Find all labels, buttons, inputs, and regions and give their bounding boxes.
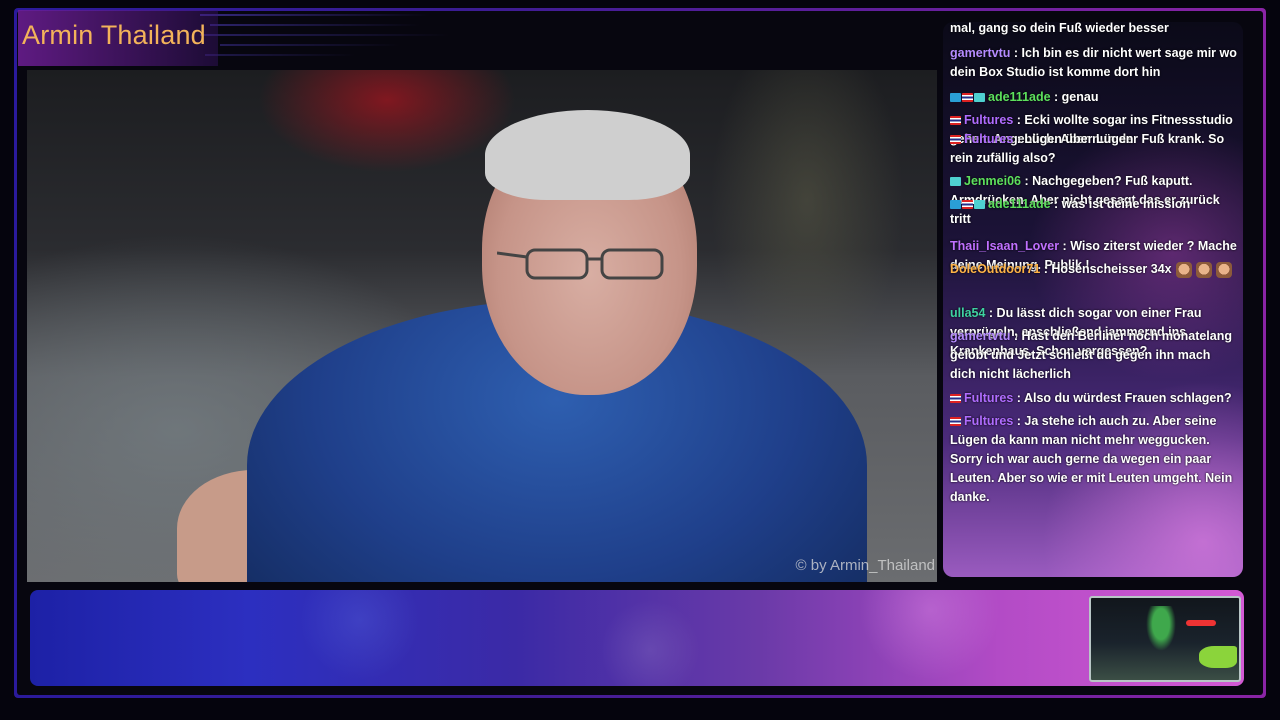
channel-title: Armin Thailand (22, 20, 206, 50)
chat-separator: : (1059, 239, 1071, 253)
chat-separator: : (1010, 329, 1022, 343)
bits-badge-icon (974, 200, 985, 210)
chat-username[interactable]: Fultures (964, 414, 1013, 428)
scene-preview-thumbnail (1089, 596, 1241, 682)
chat-text: genau (1061, 90, 1099, 104)
chat-username[interactable]: gamertvtu (950, 46, 1010, 60)
emote-icon (1195, 261, 1212, 278)
chat-separator: : (1013, 132, 1025, 146)
chat-separator: : (985, 306, 997, 320)
flag-badge-icon (962, 200, 973, 210)
user-badges (950, 88, 986, 107)
emote-icon (1175, 261, 1192, 278)
chat-username[interactable]: gamertvtu (950, 329, 1010, 343)
sub-badge-icon (950, 200, 961, 210)
chat-username[interactable]: Jenmei06 (964, 174, 1021, 188)
flag-badge-icon (950, 135, 961, 145)
chat-message: Fultures : Ja stehe ich auch zu. Aber se… (950, 412, 1237, 507)
chat-separator: : (1050, 90, 1062, 104)
chat-message-list[interactable]: mal, gang so dein Fuß wieder besser game… (950, 22, 1237, 577)
bits-badge-icon (974, 93, 985, 103)
chat-message: ade111ade : genau (950, 88, 1237, 107)
chat-message-partial: mal, gang so dein Fuß wieder besser (950, 22, 1169, 35)
green-object (1199, 646, 1237, 668)
chat-separator: : (1020, 174, 1033, 188)
chat-username[interactable]: DoleOutdoor71 (950, 262, 1040, 276)
plant-icon (1146, 606, 1176, 651)
sub-badge-icon (950, 93, 961, 103)
user-badges (950, 195, 986, 214)
chat-username[interactable]: Fultures (964, 132, 1013, 146)
chat-username[interactable]: ulla54 (950, 306, 985, 320)
chat-text: Also du würdest Frauen schlagen? (1023, 391, 1232, 405)
user-badges (950, 130, 962, 149)
chat-username[interactable]: ade111ade (988, 90, 1051, 104)
chat-message: Fultures : Also du würdest Frauen schlag… (950, 389, 1237, 408)
chat-separator: : (1050, 197, 1062, 211)
chat-text: was ist deine mission (1061, 197, 1191, 211)
chat-message: gamertvtu : Ich bin es dir nicht wert sa… (950, 44, 1237, 82)
chat-username[interactable]: Fultures (964, 113, 1013, 127)
chat-separator: : (1010, 46, 1022, 60)
user-badges (950, 412, 962, 431)
chat-text: Lügen über Lügen (1024, 132, 1134, 146)
user-badges (950, 172, 962, 191)
chat-message: gamertvtu : Hast den Berliner noch monat… (950, 327, 1237, 384)
chat-text: Hosenscheisser 34x (1051, 262, 1172, 276)
chat-message: Fultures : Lügen über Lügen (950, 130, 1237, 149)
chat-separator: : (1013, 391, 1024, 405)
decorative-streaks (200, 8, 460, 58)
chat-username[interactable]: ade111ade (988, 197, 1051, 211)
person-hair (485, 110, 690, 200)
chat-message: DoleOutdoor71 : Hosenscheisser 34x (950, 260, 1237, 279)
flag-badge-icon (950, 116, 961, 126)
glasses-icon (497, 248, 664, 280)
chat-username[interactable]: Fultures (964, 391, 1013, 405)
red-light (1186, 620, 1216, 626)
flag-badge-icon (962, 93, 973, 103)
webcam-watermark: © by Armin_Thailand (795, 557, 935, 574)
chat-separator: : (1013, 414, 1025, 428)
bits-badge-icon (950, 177, 961, 187)
chat-message: ade111ade : was ist deine mission (950, 195, 1237, 214)
chat-separator: : (1040, 262, 1052, 276)
chat-panel: mal, gang so dein Fuß wieder besser game… (943, 22, 1243, 577)
chat-separator: : (1013, 113, 1025, 127)
bottom-banner (30, 590, 1244, 686)
webcam-feed: © by Armin_Thailand (27, 70, 937, 582)
user-badges (950, 111, 962, 130)
flag-badge-icon (950, 417, 961, 427)
emote-icon (1215, 261, 1232, 278)
flag-badge-icon (950, 394, 961, 404)
chat-username[interactable]: Thaii_Isaan_Lover (950, 239, 1059, 253)
user-badges (950, 389, 962, 408)
